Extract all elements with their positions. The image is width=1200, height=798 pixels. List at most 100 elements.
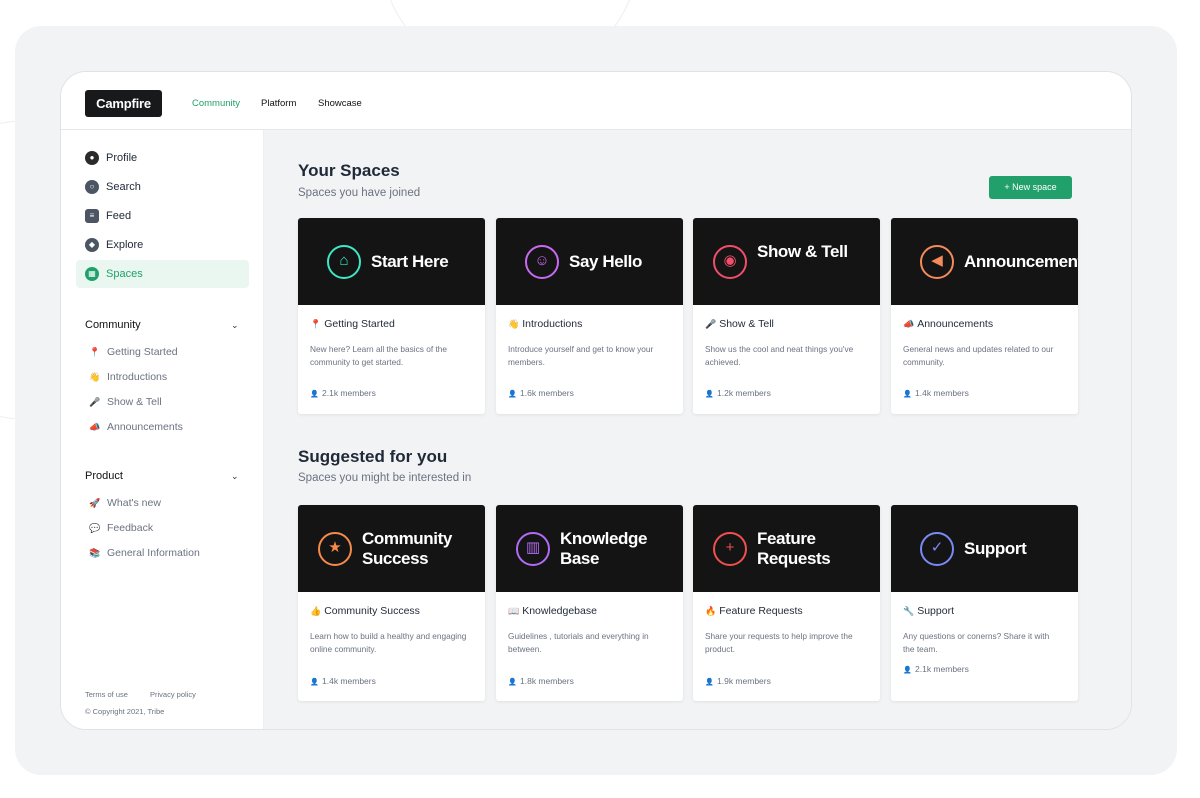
space-banner-title: Say Hello xyxy=(569,252,642,271)
space-banner: ★ Community Success xyxy=(298,505,485,592)
app-window: Campfire Community Platform Showcase ● P… xyxy=(60,71,1132,730)
space-banner: ◉ Show & Tell xyxy=(693,218,880,305)
space-card-description: General news and updates related to our … xyxy=(903,344,1054,367)
space-card-title[interactable]: 🔥 Feature Requests xyxy=(705,605,803,617)
your-spaces-subtitle: Spaces you have joined xyxy=(298,187,421,199)
space-card-title[interactable]: 🔧 Support xyxy=(903,605,954,617)
suggested-subtitle: Spaces you might be interested in xyxy=(298,472,472,484)
space-badge-icon: ☺ xyxy=(525,245,559,279)
terms-link[interactable]: Terms of use xyxy=(85,690,128,699)
people-icon: 👤 xyxy=(310,391,319,398)
sidebar-subitem-getting-started[interactable]: 📍 Getting Started xyxy=(89,346,178,358)
space-card-description: Guidelines , tutorials and everything in… xyxy=(508,631,649,654)
space-card-description: Introduce yourself and get to know your … xyxy=(508,344,654,367)
your-spaces-title: Your Spaces xyxy=(298,161,400,180)
space-card[interactable]: ⌂ Start Here 📍 Getting Started New here? Lea… xyxy=(298,218,485,414)
compass-icon: ◆ xyxy=(85,238,99,252)
space-card-members: 👤 1.9k members xyxy=(705,676,771,686)
space-banner-title: Show & Tell xyxy=(757,242,848,261)
chevron-down-icon[interactable]: ⌄ xyxy=(231,471,239,482)
brand-logo[interactable]: Campfire xyxy=(85,90,162,117)
space-badge-icon: ◀ xyxy=(920,245,954,279)
space-card-members: 👤 1.4k members xyxy=(903,388,969,398)
main-content: Your Spaces Spaces you have joined + New… xyxy=(264,130,1131,729)
space-banner: ⌂ Start Here xyxy=(298,218,485,305)
space-card-members: 👤 1.2k members xyxy=(705,388,771,398)
space-card-members: 👤 2.1k members xyxy=(310,388,376,398)
space-card-title[interactable]: 📣 Announcements xyxy=(903,318,993,330)
sidebar-subitem-general-information[interactable]: 📚 General Information xyxy=(89,547,200,559)
space-card-title[interactable]: 🎤 Show & Tell xyxy=(705,318,774,330)
space-card[interactable]: ◀ Announcement 📣 Announcements General news … xyxy=(891,218,1078,414)
sidebar-item-search[interactable]: ○ Search xyxy=(76,173,249,201)
people-icon: 👤 xyxy=(508,679,517,686)
people-icon: 👤 xyxy=(903,667,912,674)
space-banner-title: Announcement xyxy=(964,252,1078,271)
sidebar-item-label: Spaces xyxy=(106,268,143,280)
space-card[interactable]: ◉ Show & Tell 🎤 Show & Tell Show us the cool… xyxy=(693,218,880,414)
space-card[interactable]: ▥ Knowledge Base 📖 Knowledgebase Guidelines … xyxy=(496,505,683,701)
space-banner-title: Feature Requests xyxy=(757,529,831,568)
space-card-members: 👤 1.6k members xyxy=(508,388,574,398)
space-banner: + Feature Requests xyxy=(693,505,880,592)
people-icon: 👤 xyxy=(705,391,714,398)
chevron-down-icon[interactable]: ⌄ xyxy=(231,320,239,331)
space-card-description: New here? Learn all the basics of the co… xyxy=(310,344,447,367)
space-card-members: 👤 2.1k members xyxy=(903,664,969,674)
people-icon: 👤 xyxy=(705,679,714,686)
space-banner-title: Support xyxy=(964,539,1027,558)
new-space-button[interactable]: + New space xyxy=(989,176,1072,199)
search-icon: ○ xyxy=(85,180,99,194)
sidebar-item-label: Explore xyxy=(106,239,144,251)
sidebar-subitem-whats-new[interactable]: 🚀 What's new xyxy=(89,497,161,509)
space-banner-title: Start Here xyxy=(371,252,449,271)
space-badge-icon: ▥ xyxy=(516,532,550,566)
sidebar-item-spaces[interactable]: ▦ Spaces xyxy=(76,260,249,288)
space-card-title[interactable]: 👍 Community Success xyxy=(310,605,420,617)
space-badge-icon: ✓ xyxy=(920,532,954,566)
nav-community[interactable]: Community xyxy=(192,72,240,130)
sidebar-subitem-announcements[interactable]: 📣 Announcements xyxy=(89,421,183,433)
people-icon: 👤 xyxy=(903,391,912,398)
sidebar-item-label: Feed xyxy=(106,210,132,222)
section-community-title[interactable]: Community xyxy=(85,319,141,331)
space-banner-title: Knowledge Base xyxy=(560,529,648,568)
sidebar-subitem-feedback[interactable]: 💬 Feedback xyxy=(89,522,153,534)
space-badge-icon: ◉ xyxy=(713,245,747,279)
sidebar-item-explore[interactable]: ◆ Explore xyxy=(76,231,249,259)
sidebar-item-label: Profile xyxy=(106,152,138,164)
space-card[interactable]: + Feature Requests 🔥 Feature Requests Share … xyxy=(693,505,880,701)
space-card-title[interactable]: 📖 Knowledgebase xyxy=(508,605,597,617)
space-card-description: Share your requests to help improve the … xyxy=(705,631,853,654)
space-card-members: 👤 1.8k members xyxy=(508,676,574,686)
suggested-title: Suggested for you xyxy=(298,447,448,466)
space-banner-title: Community Success xyxy=(362,529,452,568)
space-card-description: Show us the cool and neat things you've … xyxy=(705,344,854,367)
sidebar-item-feed[interactable]: ≡ Feed xyxy=(76,202,249,230)
space-banner: ◀ Announcement xyxy=(891,218,1078,305)
top-navbar: Campfire Community Platform Showcase xyxy=(61,72,1131,130)
copyright-text: © Copyright 2021, Tribe xyxy=(85,707,165,716)
nav-showcase[interactable]: Showcase xyxy=(318,72,362,130)
space-card[interactable]: ★ Community Success 👍 Community Success Lear… xyxy=(298,505,485,701)
space-banner: ☺ Say Hello xyxy=(496,218,683,305)
sidebar-item-label: Search xyxy=(106,181,141,193)
grid-icon: ▦ xyxy=(85,267,99,281)
section-product-title[interactable]: Product xyxy=(85,470,123,482)
sidebar-subitem-show-tell[interactable]: 🎤 Show & Tell xyxy=(89,396,162,408)
sidebar: ● Profile ○ Search ≡ Feed ◆ Explore ▦ Sp… xyxy=(61,130,264,729)
people-icon: 👤 xyxy=(310,679,319,686)
space-card[interactable]: ✓ Support 🔧 Support Any questions or conerns… xyxy=(891,505,1078,701)
space-badge-icon: ⌂ xyxy=(327,245,361,279)
sidebar-subitem-introductions[interactable]: 👋 Introductions xyxy=(89,371,167,383)
space-card-title[interactable]: 📍 Getting Started xyxy=(310,318,395,330)
space-card-description: Any questions or conerns? Share it with … xyxy=(903,631,1050,654)
space-card-title[interactable]: 👋 Introductions xyxy=(508,318,582,330)
space-card-members: 👤 1.4k members xyxy=(310,676,376,686)
nav-platform[interactable]: Platform xyxy=(261,72,296,130)
sidebar-item-profile[interactable]: ● Profile xyxy=(76,144,249,172)
privacy-link[interactable]: Privacy policy xyxy=(150,690,196,699)
space-banner: ▥ Knowledge Base xyxy=(496,505,683,592)
space-badge-icon: ★ xyxy=(318,532,352,566)
space-card[interactable]: ☺ Say Hello 👋 Introductions Introduce yourse… xyxy=(496,218,683,414)
